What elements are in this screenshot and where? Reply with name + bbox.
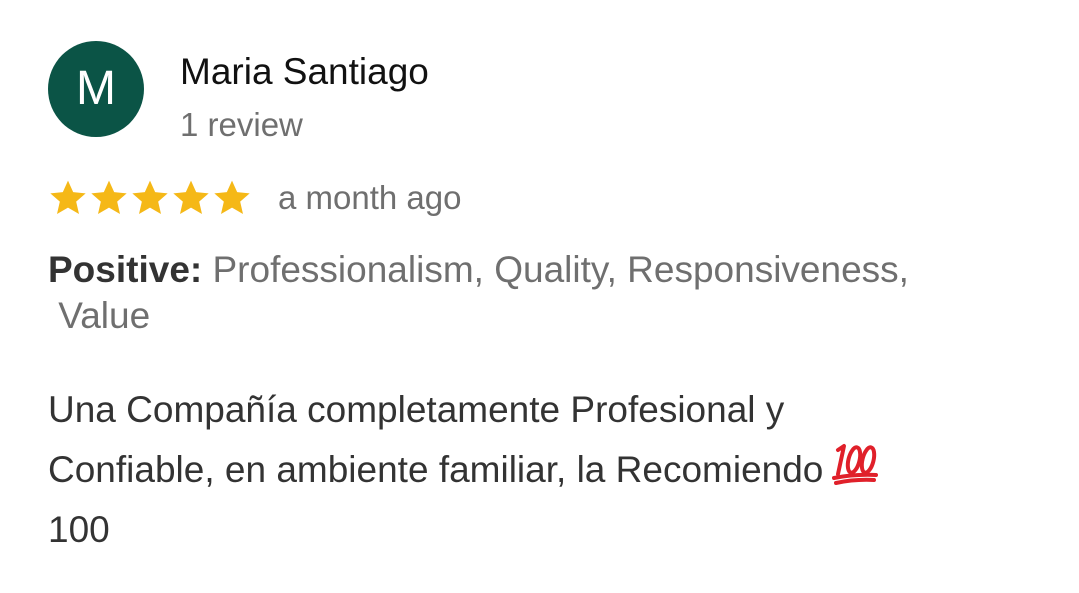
star-icon — [132, 180, 168, 214]
star-icon — [214, 180, 250, 214]
attributes-values: Professionalism, Quality, Responsiveness… — [212, 249, 909, 290]
review-text: Una Compañía completamente Profesional y… — [48, 380, 1038, 560]
star-rating — [48, 178, 252, 218]
review-text-line-2: Confiable, en ambiente familiar, la Reco… — [48, 449, 824, 490]
reviewer-name[interactable]: Maria Santiago — [180, 50, 429, 94]
star-icon — [173, 180, 209, 214]
review-card: M Maria Santiago 1 review a month ago Po… — [0, 0, 1079, 593]
review-text-line-1: Una Compañía completamente Profesional y — [48, 389, 785, 430]
review-count: 1 review — [180, 106, 303, 143]
review-date: a month ago — [278, 179, 462, 216]
positive-attributes: Positive: Professionalism, Quality, Resp… — [48, 247, 1058, 339]
avatar[interactable]: M — [48, 41, 144, 137]
rating-row: a month ago — [48, 175, 461, 221]
star-icon — [50, 180, 86, 214]
avatar-initial: M — [76, 62, 116, 115]
review-text-line-3: 100 — [48, 509, 110, 550]
attributes-values-continued: Value — [48, 295, 151, 336]
attributes-label: Positive: — [48, 249, 203, 290]
star-icon — [91, 180, 127, 214]
hundred-points-icon — [832, 444, 879, 485]
